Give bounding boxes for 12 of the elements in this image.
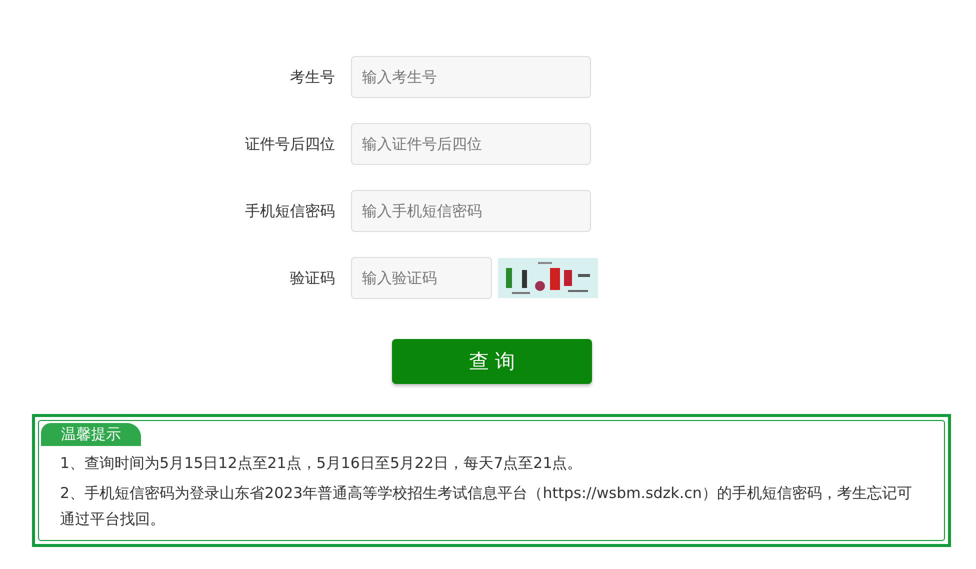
input-field[interactable]: 输入考生号: [351, 56, 591, 98]
notice-text: 1、查询时间为5月15日12点至21点，5月16日至5月22日，每天7点至21点。: [60, 453, 584, 474]
input-field[interactable]: 输入手机短信密码: [351, 190, 591, 232]
field-label: 考生号: [289, 68, 336, 86]
notice-title: 温馨提示: [41, 423, 141, 446]
field-label: 手机短信密码: [244, 202, 336, 220]
input-field[interactable]: 输入验证码: [351, 257, 492, 299]
field-label: 验证码: [289, 268, 336, 288]
field-label: 证件号后四位: [244, 134, 336, 154]
query-button[interactable]: 查 询: [392, 339, 592, 384]
notice-text: 2、手机短信密码为登录山东省2023年普通高等学校招生考试信息平台（https://wsbm.sdzk.cn）的手机短信密码，考生忘记可通过平台找回。: [60, 483, 913, 530]
input-field[interactable]: 输入证件号后四位: [351, 123, 591, 165]
